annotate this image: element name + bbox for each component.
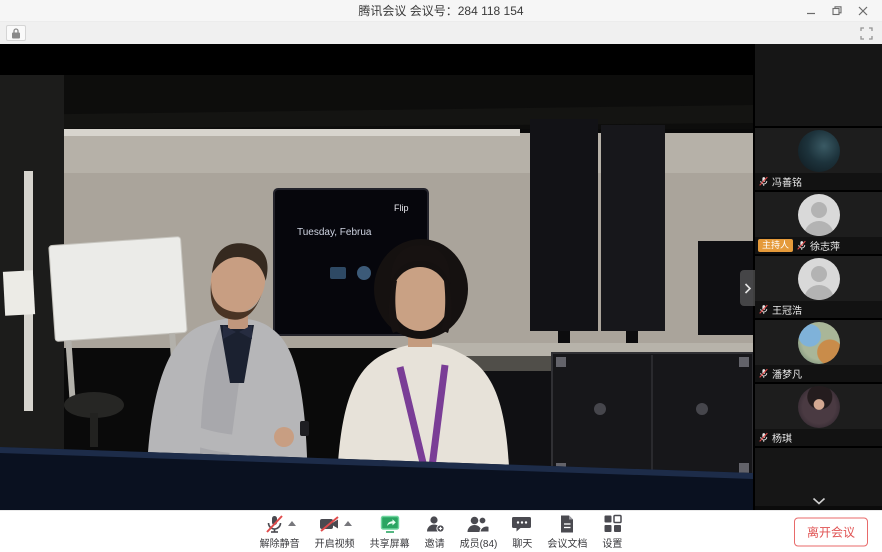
close-button[interactable] — [850, 0, 876, 21]
minimize-button[interactable] — [798, 0, 824, 21]
main-area: Tuesday, Februa Flip — [0, 44, 882, 510]
mic-muted-icon — [758, 176, 769, 187]
avatar — [798, 322, 840, 364]
participant-tile[interactable]: 潘梦凡 — [755, 320, 882, 384]
members-button[interactable]: 成员(84) — [460, 514, 498, 550]
mic-muted-icon — [758, 304, 769, 315]
toolbar-item-label: 开启视频 — [315, 535, 355, 550]
meeting-docs-icon — [558, 514, 576, 534]
video-feed: Tuesday, Februa Flip — [0, 75, 753, 510]
mic-muted-icon — [758, 432, 769, 443]
tv-screen-text: Tuesday, Februa — [297, 227, 372, 238]
mic-options-caret[interactable] — [288, 521, 296, 526]
camera-muted-icon — [318, 514, 340, 534]
share-screen-icon — [379, 514, 401, 534]
security-lock-icon — [11, 28, 21, 39]
participant-name: 王冠浩 — [772, 302, 802, 317]
chevron-right-icon — [744, 283, 751, 294]
avatar — [798, 258, 840, 300]
minimize-icon — [806, 6, 816, 16]
avatar — [798, 386, 840, 428]
chat-button[interactable]: 聊天 — [512, 514, 532, 550]
window-title: 腾讯会议 会议号：284 118 154 — [358, 2, 523, 19]
toolbar-item-label: 聊天 — [512, 535, 532, 550]
fullscreen-button[interactable] — [856, 25, 876, 41]
maximize-icon — [832, 6, 842, 16]
mic-muted-icon — [796, 240, 807, 251]
chat-icon — [512, 514, 532, 534]
participant-tile[interactable]: 杨琪 — [755, 384, 882, 448]
tv-screen-logo: Flip — [394, 203, 409, 213]
chevron-down-icon — [812, 497, 826, 505]
meeting-info-bar — [0, 22, 882, 44]
share-screen-button[interactable]: 共享屏幕 — [370, 514, 410, 550]
window-controls — [798, 0, 876, 21]
settings-button[interactable]: 设置 — [602, 514, 622, 550]
members-icon — [466, 514, 490, 534]
default-avatar-icon — [798, 194, 840, 236]
participant-name: 冯善铭 — [772, 174, 802, 189]
toolbar-group: 解除静音 开启视频 — [260, 514, 623, 550]
mic-muted-icon — [264, 514, 284, 534]
invite-icon — [425, 514, 445, 534]
video-options-caret[interactable] — [344, 521, 352, 526]
avatar — [798, 130, 840, 172]
participants-sidebar: 冯善铭 主持人 徐志萍 — [755, 44, 882, 510]
participant-name: 杨琪 — [772, 430, 792, 445]
unmute-button[interactable]: 解除静音 — [260, 514, 300, 550]
invite-button[interactable]: 邀请 — [425, 514, 445, 550]
more-participants-button[interactable] — [806, 492, 832, 509]
meeting-window: 腾讯会议 会议号：284 118 154 — [0, 0, 882, 552]
security-lock-button[interactable] — [6, 25, 26, 41]
maximize-button[interactable] — [824, 0, 850, 21]
participant-name: 徐志萍 — [810, 238, 840, 253]
toolbar-item-label: 成员(84) — [460, 535, 498, 550]
participant-name-row: 王冠浩 — [755, 301, 882, 318]
participant-tile[interactable]: 王冠浩 — [755, 256, 882, 320]
meeting-docs-button[interactable]: 会议文档 — [547, 514, 587, 550]
leave-meeting-button[interactable]: 离开会议 — [794, 517, 868, 546]
participant-tile[interactable]: 主持人 徐志萍 — [755, 192, 882, 256]
main-video[interactable]: Tuesday, Februa Flip — [0, 44, 755, 510]
participant-name-row: 杨琪 — [755, 429, 882, 446]
avatar — [798, 194, 840, 236]
toolbar-item-label: 设置 — [602, 535, 622, 550]
sidebar-collapse-button[interactable] — [740, 270, 755, 306]
toolbar-item-label: 共享屏幕 — [370, 535, 410, 550]
host-badge: 主持人 — [758, 239, 793, 252]
toolbar-item-label: 会议文档 — [547, 535, 587, 550]
title-bar: 腾讯会议 会议号：284 118 154 — [0, 0, 882, 22]
toolbar-item-label: 邀请 — [425, 535, 445, 550]
participant-name: 潘梦凡 — [772, 366, 802, 381]
participant-tile[interactable]: 冯善铭 — [755, 128, 882, 192]
participant-name-row: 主持人 徐志萍 — [755, 237, 882, 254]
fullscreen-expand-icon — [860, 27, 873, 40]
start-video-button[interactable]: 开启视频 — [315, 514, 355, 550]
participant-tile-partial[interactable] — [755, 44, 882, 128]
participant-name-row: 冯善铭 — [755, 173, 882, 190]
close-icon — [858, 6, 868, 16]
toolbar-item-label: 解除静音 — [260, 535, 300, 550]
default-avatar-icon — [798, 258, 840, 300]
mic-muted-icon — [758, 368, 769, 379]
participant-name-row: 潘梦凡 — [755, 365, 882, 382]
meeting-toolbar: 解除静音 开启视频 — [0, 510, 882, 552]
settings-icon — [603, 514, 622, 533]
